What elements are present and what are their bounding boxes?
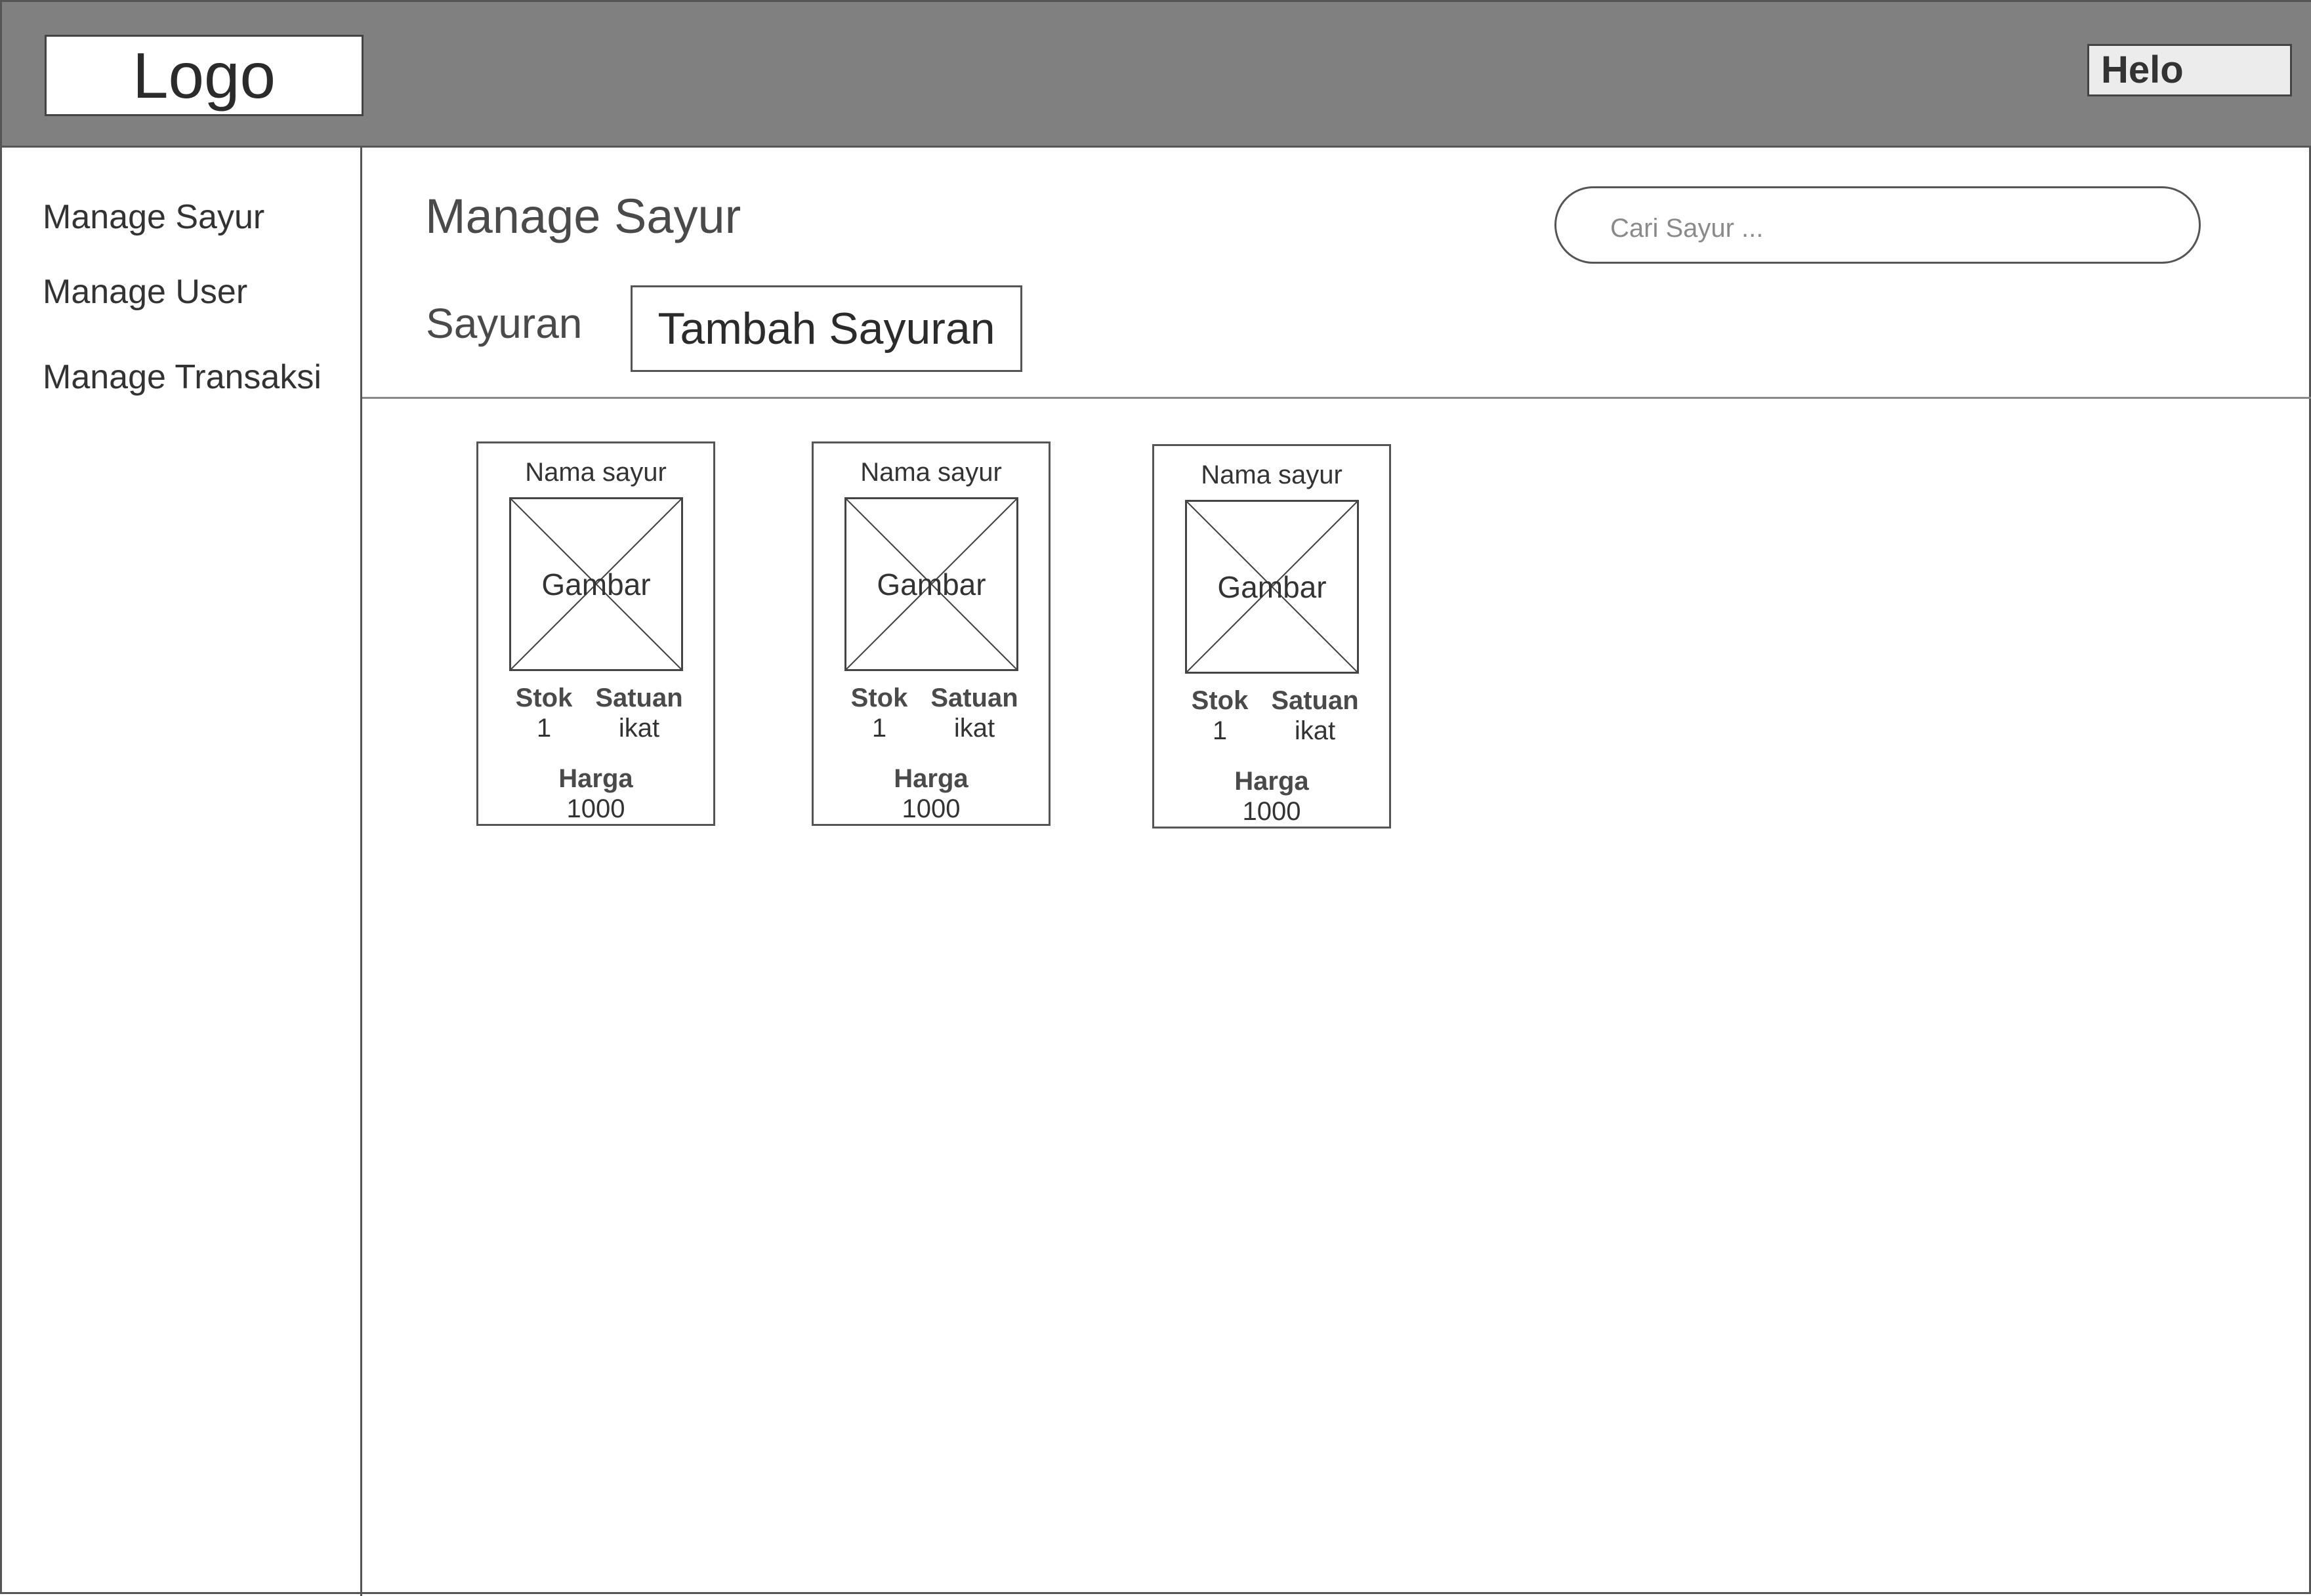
product-card[interactable]: Nama sayur Gambar Stok 1 Satuan ikat Har… bbox=[812, 441, 1051, 826]
sidebar-item-manage-sayur[interactable]: Manage Sayur bbox=[43, 200, 264, 234]
image-label: Gambar bbox=[541, 567, 651, 602]
card-name: Nama sayur bbox=[1201, 460, 1343, 489]
harga-info: Harga 1000 bbox=[478, 764, 713, 824]
top-header: Logo Helo bbox=[2, 2, 2311, 148]
logo[interactable]: Logo bbox=[45, 35, 364, 116]
stok-label: Stok bbox=[515, 684, 573, 712]
product-card[interactable]: Nama sayur Gambar Stok 1 Satuan ikat Har… bbox=[476, 441, 715, 826]
stok-info: Stok 1 bbox=[1187, 685, 1253, 746]
image-placeholder: Gambar bbox=[509, 497, 683, 671]
page-title: Manage Sayur bbox=[425, 189, 741, 243]
stok-label: Stok bbox=[850, 684, 908, 712]
search-input[interactable] bbox=[1554, 186, 2201, 264]
satuan-value: ikat bbox=[1294, 716, 1336, 745]
satuan-info: Satuan ikat bbox=[1266, 685, 1364, 746]
stok-label: Stok bbox=[1191, 686, 1249, 715]
satuan-info: Satuan ikat bbox=[590, 683, 688, 743]
product-card[interactable]: Nama sayur Gambar Stok 1 Satuan ikat Har… bbox=[1152, 444, 1391, 829]
app-window: Logo Helo Manage Sayur Manage User Manag… bbox=[0, 0, 2311, 1596]
image-placeholder: Gambar bbox=[844, 497, 1018, 671]
harga-info: Harga 1000 bbox=[1154, 766, 1389, 827]
sidebar-item-manage-transaksi[interactable]: Manage Transaksi bbox=[43, 360, 322, 394]
satuan-label: Satuan bbox=[1271, 686, 1359, 715]
stok-info: Stok 1 bbox=[511, 683, 577, 743]
sidebar-item-manage-user[interactable]: Manage User bbox=[43, 275, 247, 309]
card-name: Nama sayur bbox=[525, 458, 667, 487]
harga-value: 1000 bbox=[566, 794, 625, 823]
harga-label: Harga bbox=[894, 764, 968, 793]
harga-value: 1000 bbox=[902, 794, 961, 823]
content-divider bbox=[362, 397, 2311, 399]
harga-info: Harga 1000 bbox=[814, 764, 1049, 824]
stok-value: 1 bbox=[1212, 716, 1228, 745]
harga-label: Harga bbox=[558, 764, 633, 793]
satuan-label: Satuan bbox=[595, 684, 683, 712]
harga-label: Harga bbox=[1234, 767, 1309, 796]
satuan-value: ikat bbox=[618, 714, 660, 743]
stok-value: 1 bbox=[871, 714, 887, 743]
image-placeholder: Gambar bbox=[1185, 500, 1359, 674]
tab-sayuran[interactable]: Sayuran bbox=[426, 302, 582, 344]
satuan-label: Satuan bbox=[930, 684, 1018, 712]
satuan-value: ikat bbox=[953, 714, 995, 743]
harga-value: 1000 bbox=[1242, 797, 1301, 826]
stok-info: Stok 1 bbox=[846, 683, 912, 743]
image-label: Gambar bbox=[877, 567, 986, 602]
add-sayuran-button[interactable]: Tambah Sayuran bbox=[631, 285, 1022, 372]
stok-value: 1 bbox=[536, 714, 552, 743]
card-name: Nama sayur bbox=[860, 458, 1002, 487]
satuan-info: Satuan ikat bbox=[925, 683, 1024, 743]
user-greeting-button[interactable]: Helo bbox=[2087, 44, 2292, 96]
image-label: Gambar bbox=[1217, 569, 1327, 604]
